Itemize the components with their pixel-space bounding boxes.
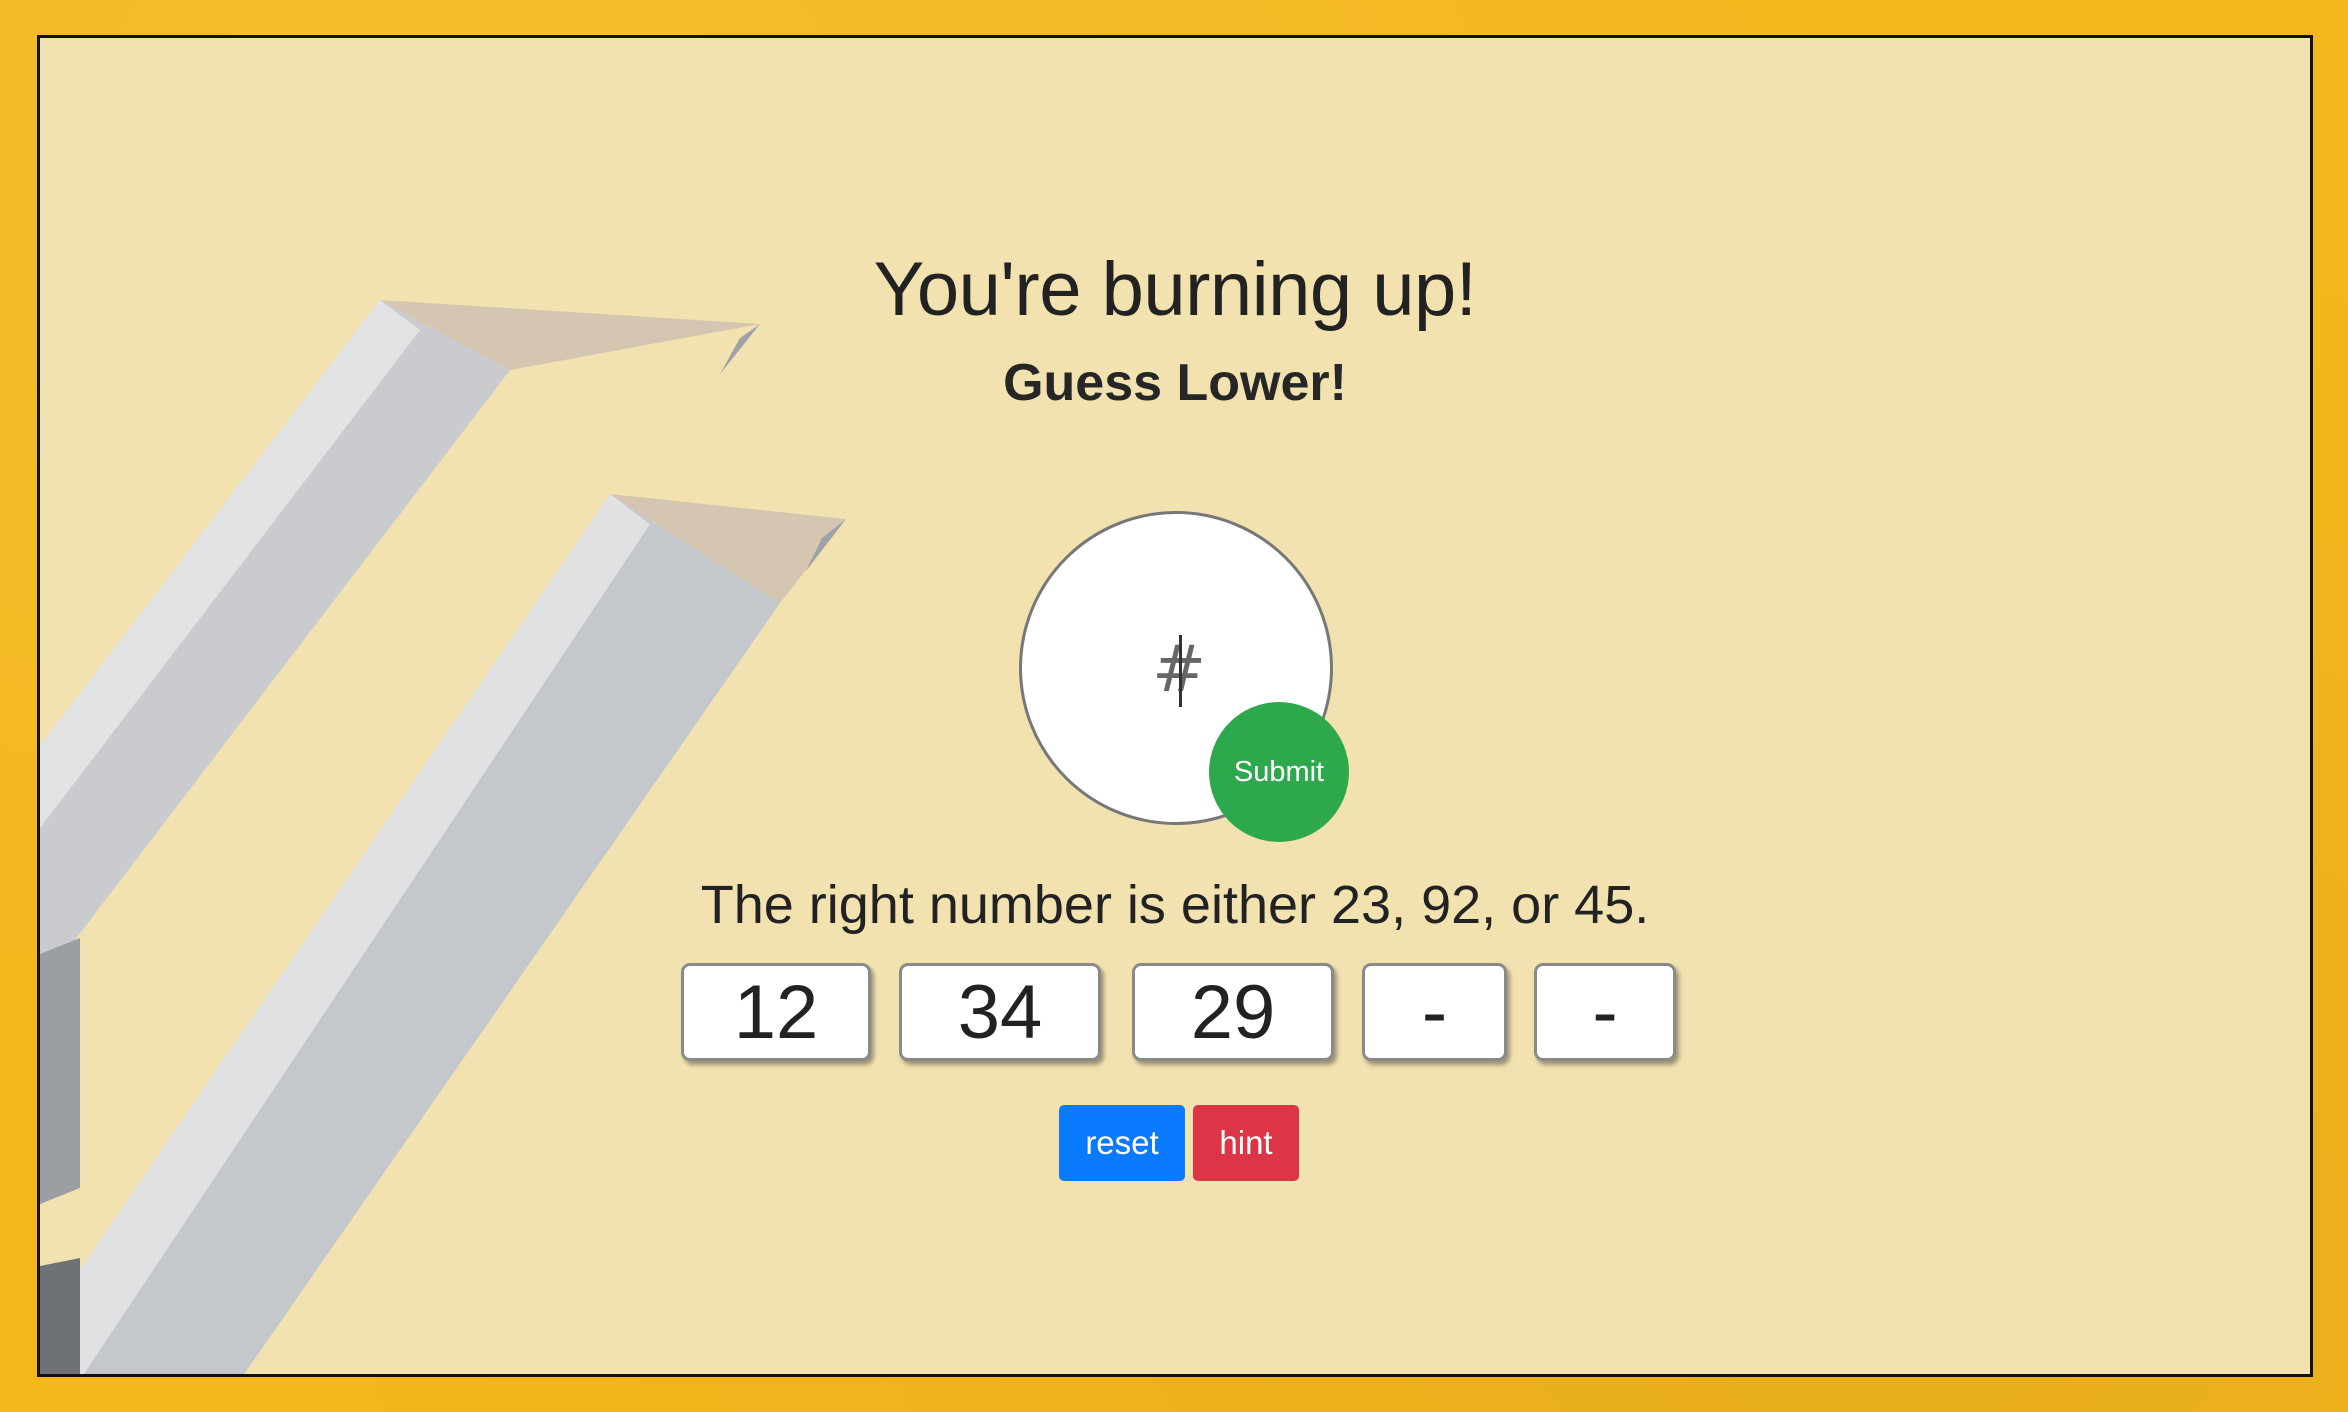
previous-guess-3: 29 [1132, 963, 1334, 1061]
submit-button[interactable]: Submit [1209, 702, 1349, 842]
previous-guess-1: 12 [681, 963, 871, 1061]
hint-button[interactable]: hint [1193, 1105, 1299, 1181]
previous-guess-2: 34 [899, 963, 1101, 1061]
game-content: You're burning up! Guess Lower! Submit T… [40, 38, 2310, 1374]
direction-message: Guess Lower! [1003, 354, 1347, 412]
previous-guess-5: - [1534, 963, 1676, 1061]
reset-button[interactable]: reset [1059, 1105, 1185, 1181]
game-card: You're burning up! Guess Lower! Submit T… [37, 35, 2313, 1377]
text-cursor [1179, 635, 1182, 707]
previous-guess-4: - [1362, 963, 1507, 1061]
feedback-headline: You're burning up! [873, 247, 1477, 332]
hint-message: The right number is either 23, 92, or 45… [700, 875, 1650, 935]
